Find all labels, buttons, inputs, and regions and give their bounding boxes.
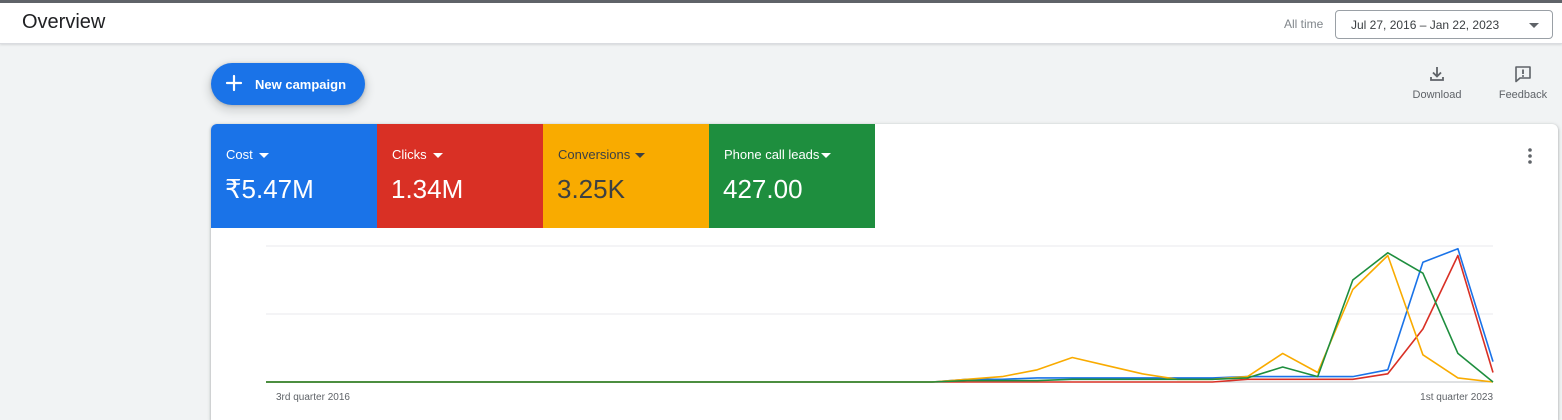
metric-value: 427.00 <box>723 174 803 204</box>
page-title: Overview <box>22 11 106 33</box>
metric-label: Clicks <box>392 147 427 162</box>
line-chart: 3rd quarter 2016 1st quarter 2023 <box>266 245 1494 403</box>
download-button[interactable]: Download <box>1402 64 1472 104</box>
top-bar: Overview All time Jul 27, 2016 – Jan 22,… <box>0 0 1562 44</box>
more-vert-icon[interactable] <box>1520 146 1540 166</box>
feedback-label: Feedback <box>1498 89 1548 101</box>
metric-label: Phone call leads <box>724 147 820 162</box>
metric-value: ₹5.47M <box>225 174 314 204</box>
performance-card: Cost ₹5.47M Clicks 1.34M Conversions 3.2… <box>211 124 1558 420</box>
new-campaign-button[interactable]: New campaign <box>211 63 365 105</box>
x-tick-label: 1st quarter 2023 <box>1420 392 1493 403</box>
metric-tile-phone-call-leads[interactable]: Phone call leads 427.00 <box>709 124 875 228</box>
metric-tile-clicks[interactable]: Clicks 1.34M <box>377 124 543 228</box>
x-tick-label: 3rd quarter 2016 <box>276 392 350 403</box>
date-range-select[interactable]: Jul 27, 2016 – Jan 22, 2023 <box>1335 10 1553 39</box>
metric-value: 1.34M <box>391 174 464 204</box>
metric-label: Conversions <box>558 147 631 162</box>
feedback-button[interactable]: Feedback <box>1488 64 1558 104</box>
download-label: Download <box>1412 89 1462 101</box>
caret-down-icon <box>821 153 831 158</box>
caret-down-icon <box>433 153 443 158</box>
plus-icon <box>225 74 243 92</box>
feedback-icon <box>1515 66 1531 83</box>
series-line-clicks <box>266 254 1494 383</box>
metric-tile-cost[interactable]: Cost ₹5.47M <box>211 124 377 228</box>
series-line-phone-call-leads <box>266 251 1494 383</box>
date-range-value: Jul 27, 2016 – Jan 22, 2023 <box>1351 18 1500 32</box>
series-line-conversions <box>266 254 1494 383</box>
caret-down-icon <box>259 153 269 158</box>
metric-label: Cost <box>226 147 253 162</box>
caret-down-icon <box>635 153 645 158</box>
metric-value: 3.25K <box>557 174 625 204</box>
chevron-down-icon <box>1529 23 1539 28</box>
new-campaign-label: New campaign <box>255 77 347 92</box>
metric-tile-conversions[interactable]: Conversions 3.25K <box>543 124 709 228</box>
series-line-cost <box>266 247 1494 383</box>
download-icon <box>1430 67 1444 81</box>
range-label: All time <box>1284 17 1324 31</box>
